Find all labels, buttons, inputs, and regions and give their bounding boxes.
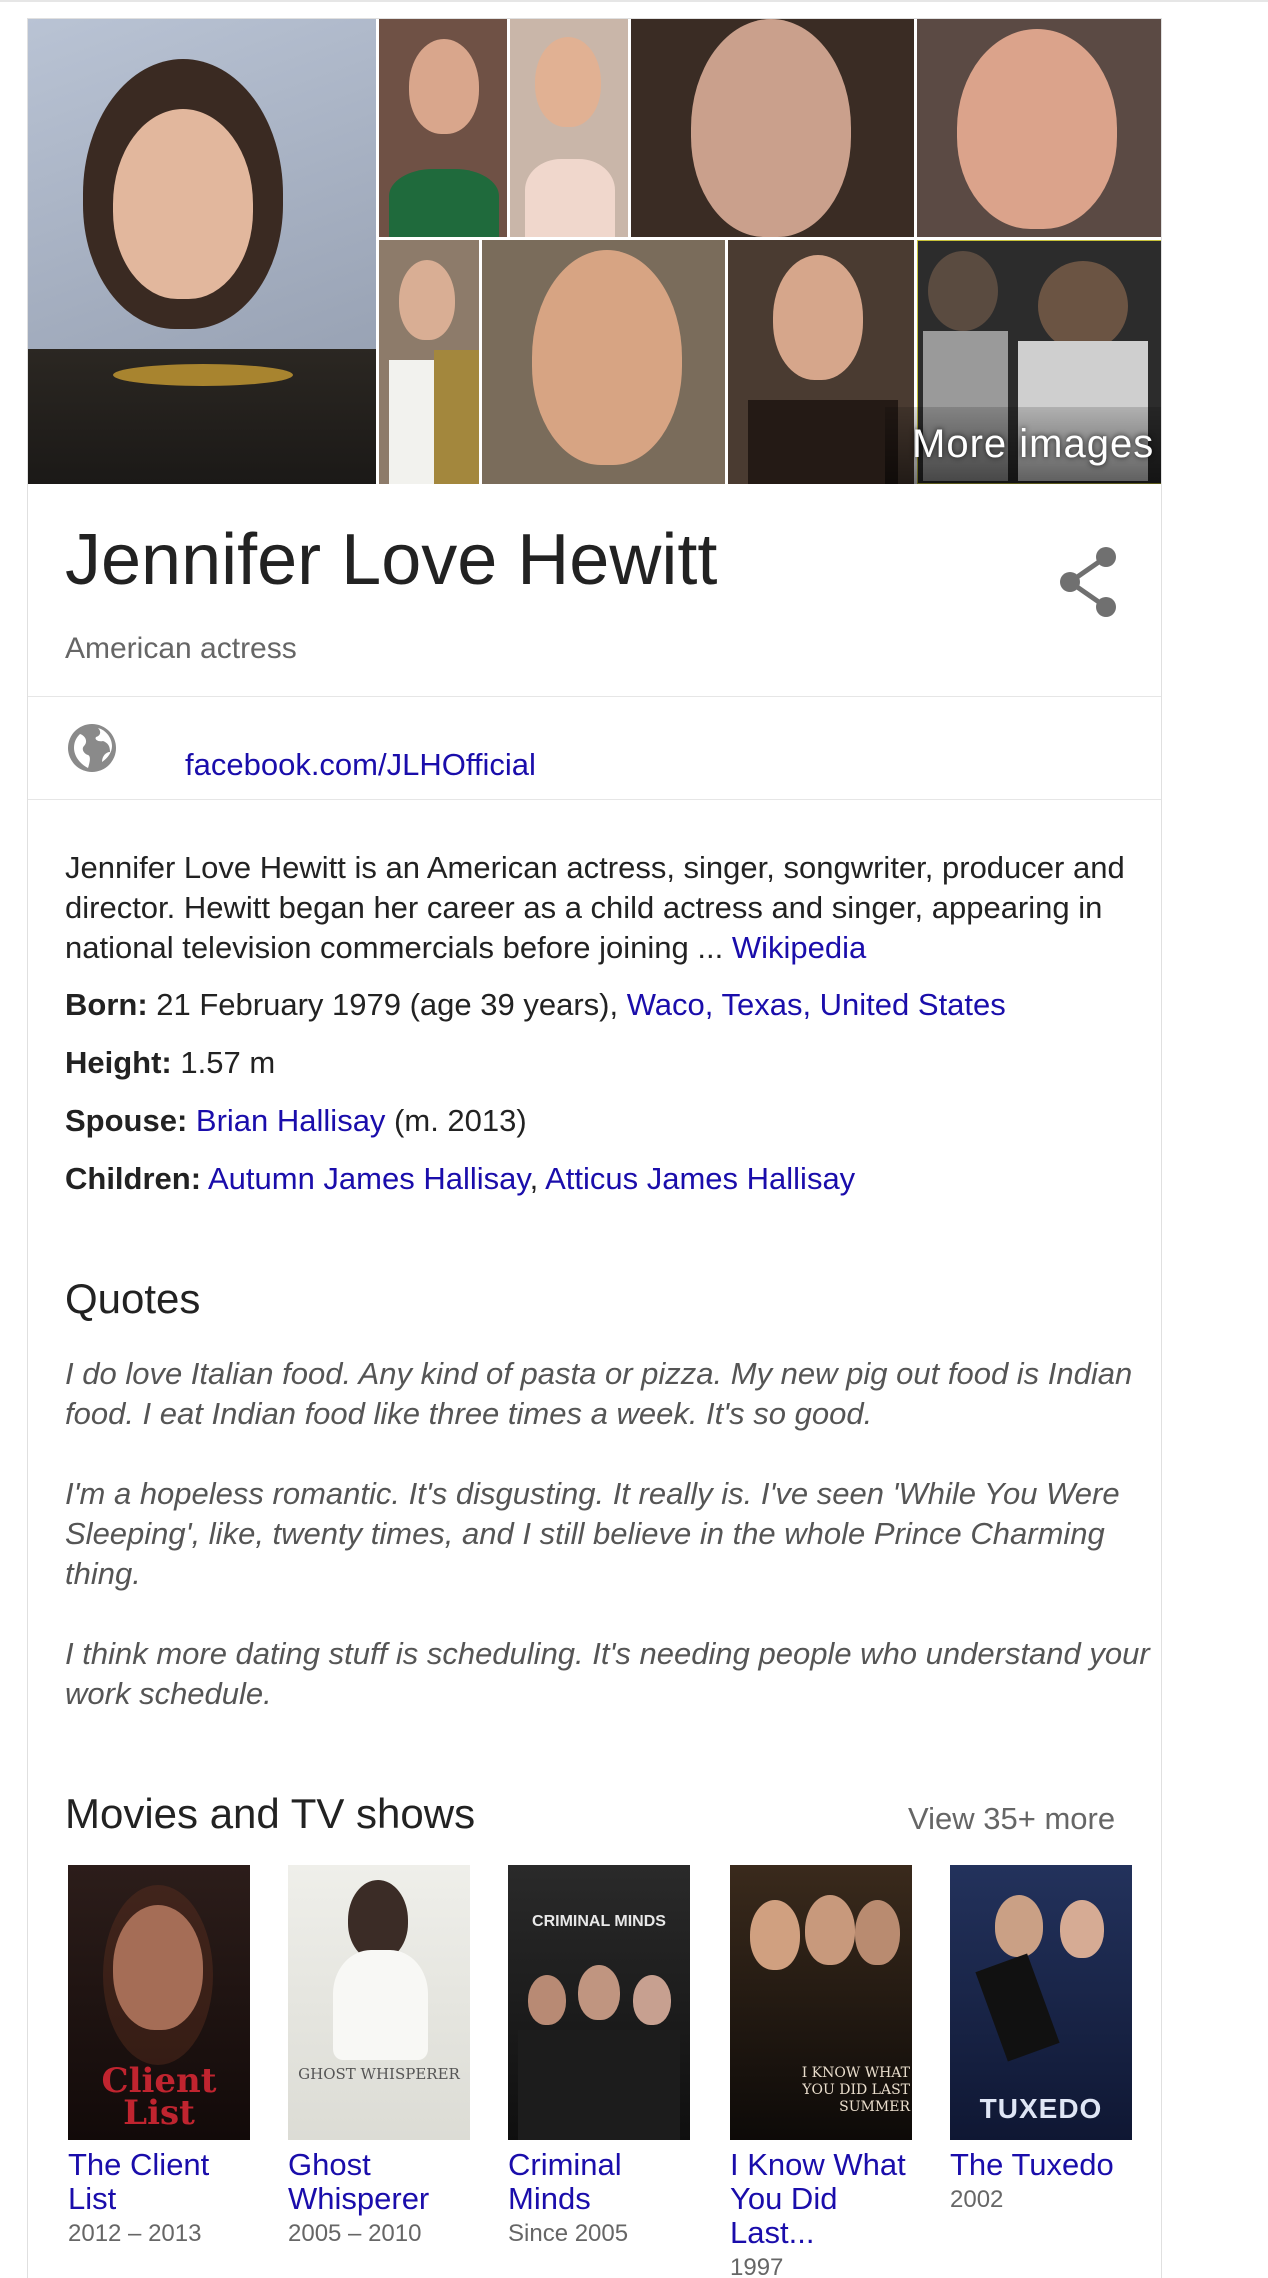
- quote-item: I do love Italian food. Any kind of past…: [65, 1356, 1133, 1431]
- movie-title[interactable]: The Client List: [68, 2148, 250, 2216]
- movie-years: 1997: [730, 2254, 784, 2278]
- entity-description: Jennifer Love Hewitt is an American actr…: [65, 848, 1145, 968]
- wikipedia-link[interactable]: Wikipedia: [732, 930, 866, 965]
- fact-label: Spouse:: [65, 1103, 188, 1138]
- birthplace-link[interactable]: Waco, Texas, United States: [627, 987, 1006, 1022]
- child-link[interactable]: Autumn James Hallisay: [208, 1161, 530, 1196]
- fact-label: Children:: [65, 1161, 202, 1196]
- movie-title[interactable]: The Tuxedo: [950, 2148, 1132, 2182]
- share-icon[interactable]: [1048, 537, 1138, 627]
- movie-title[interactable]: I Know What You Did Last...: [730, 2148, 912, 2250]
- more-images-link[interactable]: More images: [912, 422, 1154, 467]
- knowledge-panel: More images Jennifer Love Hewitt America…: [27, 18, 1162, 2278]
- movie-years: 2002: [950, 2186, 1004, 2213]
- movie-card[interactable]: I KNOW WHAT YOU DID LAST SUMMER I Know W…: [730, 1865, 912, 2278]
- description-text: Jennifer Love Hewitt is an American actr…: [65, 850, 1125, 965]
- poster-title: I KNOW WHAT YOU DID LAST SUMMER: [801, 2065, 910, 2115]
- top-divider: [0, 0, 1268, 2]
- fact-value: 1.57 m: [171, 1045, 276, 1080]
- image-thumb-4[interactable]: [917, 19, 1161, 237]
- movie-card[interactable]: GHOST WHISPERER Ghost Whisperer 2005 – 2…: [288, 1865, 470, 2248]
- movie-card[interactable]: CRIMINAL MINDS Criminal Minds Since 2005: [508, 1865, 690, 2248]
- movie-card[interactable]: Client List The Client List 2012 – 2013: [68, 1865, 250, 2248]
- fact-height: Height: 1.57 m: [65, 1045, 275, 1081]
- image-thumb-6[interactable]: [482, 240, 725, 484]
- image-thumb-3[interactable]: [631, 19, 914, 237]
- quote-item: I'm a hopeless romantic. It's disgusting…: [65, 1476, 1120, 1591]
- movie-poster[interactable]: Client List: [68, 1865, 250, 2140]
- image-main[interactable]: [28, 19, 376, 484]
- separator: ,: [529, 1161, 546, 1196]
- divider: [28, 696, 1161, 697]
- movie-years: 2005 – 2010: [288, 2220, 422, 2247]
- fact-value: 21 February 1979 (age 39 years),: [147, 987, 627, 1022]
- fact-born: Born: 21 February 1979 (age 39 years), W…: [65, 987, 1006, 1023]
- movie-poster[interactable]: GHOST WHISPERER: [288, 1865, 470, 2140]
- movies-heading: Movies and TV shows: [65, 1790, 476, 1837]
- entity-title: Jennifer Love Hewitt: [65, 520, 718, 600]
- poster-title: Client List: [101, 2061, 217, 2133]
- movie-years: Since 2005: [508, 2220, 629, 2247]
- movie-poster[interactable]: TUXEDO: [950, 1865, 1132, 2140]
- fact-value: (m. 2013): [385, 1103, 527, 1138]
- image-thumb-1[interactable]: [379, 19, 507, 237]
- movie-years: 2012 – 2013: [68, 2220, 202, 2247]
- divider: [28, 799, 1161, 800]
- movie-poster[interactable]: I KNOW WHAT YOU DID LAST SUMMER: [730, 1865, 912, 2140]
- poster-title: TUXEDO: [979, 2093, 1103, 2124]
- image-thumb-5[interactable]: [379, 240, 479, 484]
- fact-spouse: Spouse: Brian Hallisay (m. 2013): [65, 1103, 527, 1139]
- movie-title[interactable]: Criminal Minds: [508, 2148, 690, 2216]
- movie-poster[interactable]: CRIMINAL MINDS: [508, 1865, 690, 2140]
- globe-icon: [66, 722, 118, 774]
- entity-subtitle: American actress: [65, 632, 297, 665]
- spouse-link[interactable]: Brian Hallisay: [196, 1103, 386, 1138]
- fact-label: Height:: [65, 1045, 172, 1080]
- poster-title: GHOST WHISPERER: [298, 2065, 460, 2083]
- fact-children: Children: Autumn James Hallisay, Atticus…: [65, 1161, 855, 1197]
- facebook-link[interactable]: facebook.com/JLHOfficial: [185, 747, 536, 783]
- movie-title[interactable]: Ghost Whisperer: [288, 2148, 470, 2216]
- quotes-heading: Quotes: [65, 1275, 201, 1322]
- child-link[interactable]: Atticus James Hallisay: [545, 1161, 855, 1196]
- fact-label: Born:: [65, 987, 148, 1022]
- image-thumb-2[interactable]: [510, 19, 628, 237]
- quote-item: I think more dating stuff is scheduling.…: [65, 1636, 1150, 1711]
- poster-title: CRIMINAL MINDS: [532, 1913, 666, 1930]
- movie-card[interactable]: TUXEDO The Tuxedo 2002: [950, 1865, 1132, 2214]
- view-more-link[interactable]: View 35+ more: [908, 1801, 1115, 1837]
